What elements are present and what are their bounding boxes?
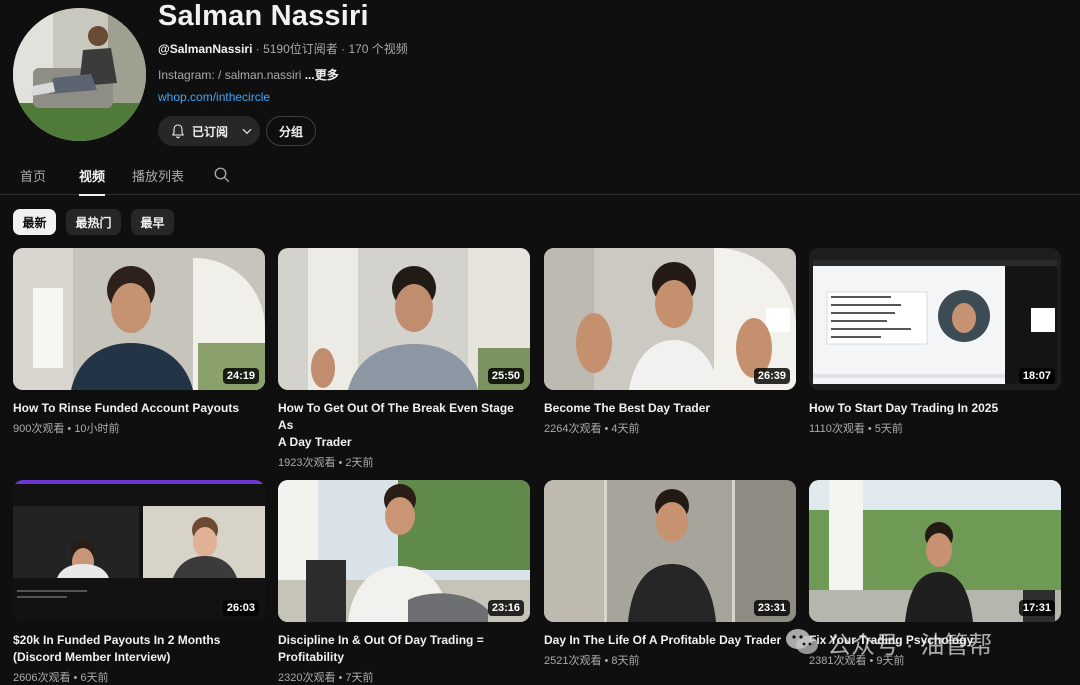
video-title[interactable]: $20k In Funded Payouts In 2 Months (Disc… xyxy=(13,632,258,666)
video-title[interactable]: Fix Your Trading Psychology xyxy=(809,632,1054,649)
chevron-down-icon xyxy=(242,128,252,135)
video-duration: 26:03 xyxy=(222,600,259,616)
video-duration: 26:39 xyxy=(753,368,790,384)
search-icon[interactable] xyxy=(213,166,231,184)
video-title-line: Fix Your Trading Psychology xyxy=(809,633,974,647)
video-thumbnail[interactable]: 24:19 xyxy=(13,248,265,390)
filter-latest[interactable]: 最新 xyxy=(13,209,56,235)
video-card[interactable]: 17:31 Fix Your Trading Psychology 2381次观… xyxy=(809,480,1061,668)
channel-handle: @SalmanNassiri xyxy=(158,42,253,56)
tab-home[interactable]: 首页 xyxy=(20,166,46,195)
filter-oldest[interactable]: 最早 xyxy=(131,209,174,235)
tab-playlists[interactable]: 播放列表 xyxy=(132,166,184,195)
tab-videos[interactable]: 视频 xyxy=(79,166,106,196)
video-meta: 1110次观看 • 5天前 xyxy=(809,423,903,435)
video-thumbnail[interactable]: 25:50 xyxy=(278,248,530,390)
video-title[interactable]: How To Rinse Funded Account Payouts xyxy=(13,400,258,417)
video-card[interactable]: 23:31 Day In The Life Of A Profitable Da… xyxy=(544,480,796,668)
video-title-line: $20k In Funded Payouts In 2 Months xyxy=(13,633,221,647)
subscribed-button[interactable]: 已订阅 xyxy=(158,116,260,146)
video-duration: 23:31 xyxy=(753,600,790,616)
video-meta: 2381次观看 • 9天前 xyxy=(809,655,905,667)
video-title[interactable]: Discipline In & Out Of Day Trading = Pro… xyxy=(278,632,523,666)
channel-link[interactable]: whop.com/inthecircle xyxy=(158,90,270,104)
video-duration: 25:50 xyxy=(487,368,524,384)
video-title[interactable]: Day In The Life Of A Profitable Day Trad… xyxy=(544,632,789,649)
video-title-line: How To Rinse Funded Account Payouts xyxy=(13,401,240,415)
video-thumbnail[interactable]: 26:39 xyxy=(544,248,796,390)
video-thumbnail[interactable]: 23:16 xyxy=(278,480,530,622)
video-card[interactable]: 26:03 $20k In Funded Payouts In 2 Months… xyxy=(13,480,265,685)
bell-icon xyxy=(172,124,184,139)
video-title-line: Day In The Life Of A Profitable Day Trad… xyxy=(544,633,782,647)
channel-tabs: 首页 视频 播放列表 xyxy=(0,158,1080,196)
subscribed-label: 已订阅 xyxy=(192,124,229,139)
video-meta: 1923次观看 • 2天前 xyxy=(278,457,374,469)
video-title-line: (Discord Member Interview) xyxy=(13,650,171,664)
video-meta: 2320次观看 • 7天前 xyxy=(278,672,374,684)
video-title-line: A Day Trader xyxy=(278,435,352,449)
channel-stats: · 5190位订阅者 · 170 个视频 xyxy=(252,42,408,56)
video-title-line: How To Get Out Of The Break Even Stage A… xyxy=(278,401,514,432)
video-title-line: Become The Best Day Trader xyxy=(544,401,711,415)
video-meta: 2606次观看 • 6天前 xyxy=(13,672,109,684)
video-duration: 23:16 xyxy=(487,600,524,616)
filter-popular[interactable]: 最热门 xyxy=(66,209,121,235)
video-title[interactable]: How To Start Day Trading In 2025 xyxy=(809,400,1054,417)
video-meta: 2264次观看 • 4天前 xyxy=(544,423,640,435)
video-thumbnail[interactable]: 17:31 xyxy=(809,480,1061,622)
video-title[interactable]: Become The Best Day Trader xyxy=(544,400,789,417)
channel-name: Salman Nassiri xyxy=(158,0,369,32)
video-title-line: Profitability xyxy=(278,650,345,664)
video-card[interactable]: 25:50 How To Get Out Of The Break Even S… xyxy=(278,248,530,470)
video-thumbnail[interactable]: 26:03 xyxy=(13,480,265,622)
channel-description[interactable]: Instagram: / salman.nassiri ...更多 xyxy=(158,66,339,83)
group-button[interactable]: 分组 xyxy=(266,116,316,146)
video-duration: 18:07 xyxy=(1018,368,1055,384)
video-title[interactable]: How To Get Out Of The Break Even Stage A… xyxy=(278,400,523,451)
channel-header: Salman Nassiri @SalmanNassiri · 5190位订阅者… xyxy=(0,0,1080,150)
video-card[interactable]: 23:16 Discipline In & Out Of Day Trading… xyxy=(278,480,530,685)
description-text: Instagram: / salman.nassiri xyxy=(158,68,305,82)
video-card[interactable]: 26:39 Become The Best Day Trader 2264次观看… xyxy=(544,248,796,436)
video-title-line: How To Start Day Trading In 2025 xyxy=(809,401,999,415)
description-more-link[interactable]: ...更多 xyxy=(305,68,339,82)
video-meta: 2521次观看 • 8天前 xyxy=(544,655,640,667)
video-thumbnail[interactable]: 23:31 xyxy=(544,480,796,622)
video-card[interactable]: 24:19 How To Rinse Funded Account Payout… xyxy=(13,248,265,436)
channel-avatar[interactable] xyxy=(13,8,146,141)
channel-meta: @SalmanNassiri · 5190位订阅者 · 170 个视频 xyxy=(158,40,408,57)
video-duration: 17:31 xyxy=(1018,600,1055,616)
video-thumbnail[interactable]: 18:07 xyxy=(809,248,1061,390)
video-meta: 900次观看 • 10小时前 xyxy=(13,423,120,435)
avatar-image xyxy=(13,8,146,141)
video-card[interactable]: 18:07 How To Start Day Trading In 2025 1… xyxy=(809,248,1061,436)
video-duration: 24:19 xyxy=(222,368,259,384)
video-title-line: Discipline In & Out Of Day Trading = xyxy=(278,633,484,647)
